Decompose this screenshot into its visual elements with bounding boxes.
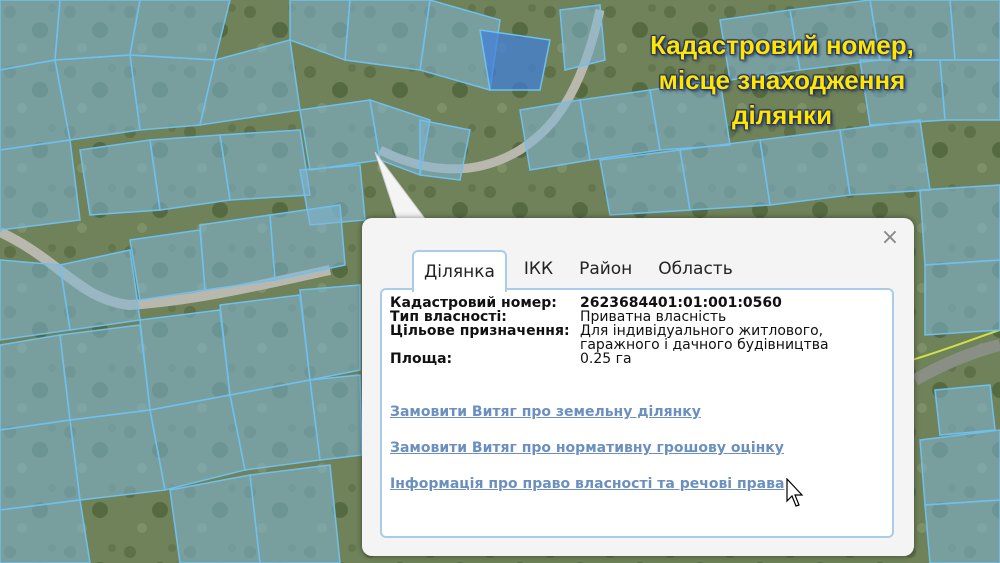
parcel-info-popup: × Ділянка ІКК Район Область Кадастровий … (362, 218, 914, 556)
order-land-extract-link[interactable]: Замовити Витяг про земельну ділянку (390, 404, 784, 420)
caption-line-3: ділянки (731, 100, 833, 130)
parcel-details: Кадастровий номер: 2623684401:01:001:056… (390, 296, 880, 366)
cadastral-value: 2623684401:01:001:0560 (580, 295, 782, 311)
purpose-row-cont: гаражного і дачного будівництва (390, 338, 880, 352)
map-caption: Кадастровий номер, місце знаходження діл… (612, 28, 952, 133)
tab-ikk[interactable]: ІКК (511, 259, 566, 290)
cadastral-label: Кадастровий номер: (390, 295, 557, 311)
close-icon[interactable]: × (880, 227, 900, 249)
purpose-value-line-2: гаражного і дачного будівництва (580, 337, 829, 353)
purpose-value: Для індивідуального житлового, (580, 324, 880, 338)
purpose-row: Цільове призначення: Для індивідуального… (390, 324, 880, 338)
popup-tabs: Ділянка ІКК Район Область (412, 248, 746, 292)
mouse-pointer-icon (786, 478, 804, 507)
ownership-label: Тип власності: (390, 309, 507, 325)
tab-panel-parcel: Кадастровий номер: 2623684401:01:001:056… (380, 288, 894, 538)
purpose-indent (390, 338, 580, 352)
ownership-value: Приватна власність (580, 309, 727, 325)
caption-line-2: місце знаходження (658, 65, 906, 95)
area-label: Площа: (390, 351, 453, 367)
tab-region[interactable]: Область (645, 259, 745, 290)
tab-parcel[interactable]: Ділянка (412, 250, 507, 292)
ownership-row: Тип власності: Приватна власність (390, 310, 880, 324)
order-links: Замовити Витяг про земельну ділянку Замо… (390, 404, 784, 512)
cadastral-row: Кадастровий номер: 2623684401:01:001:056… (390, 296, 880, 310)
ownership-info-link[interactable]: Інформація про право власності та речові… (390, 476, 784, 492)
area-row: Площа: 0.25 га (390, 352, 880, 366)
tab-district[interactable]: Район (566, 259, 645, 290)
caption-line-1: Кадастровий номер, (650, 30, 914, 60)
area-value: 0.25 га (580, 351, 632, 367)
order-valuation-extract-link[interactable]: Замовити Витяг про нормативну грошову оц… (390, 440, 784, 456)
purpose-label: Цільове призначення: (390, 323, 570, 339)
